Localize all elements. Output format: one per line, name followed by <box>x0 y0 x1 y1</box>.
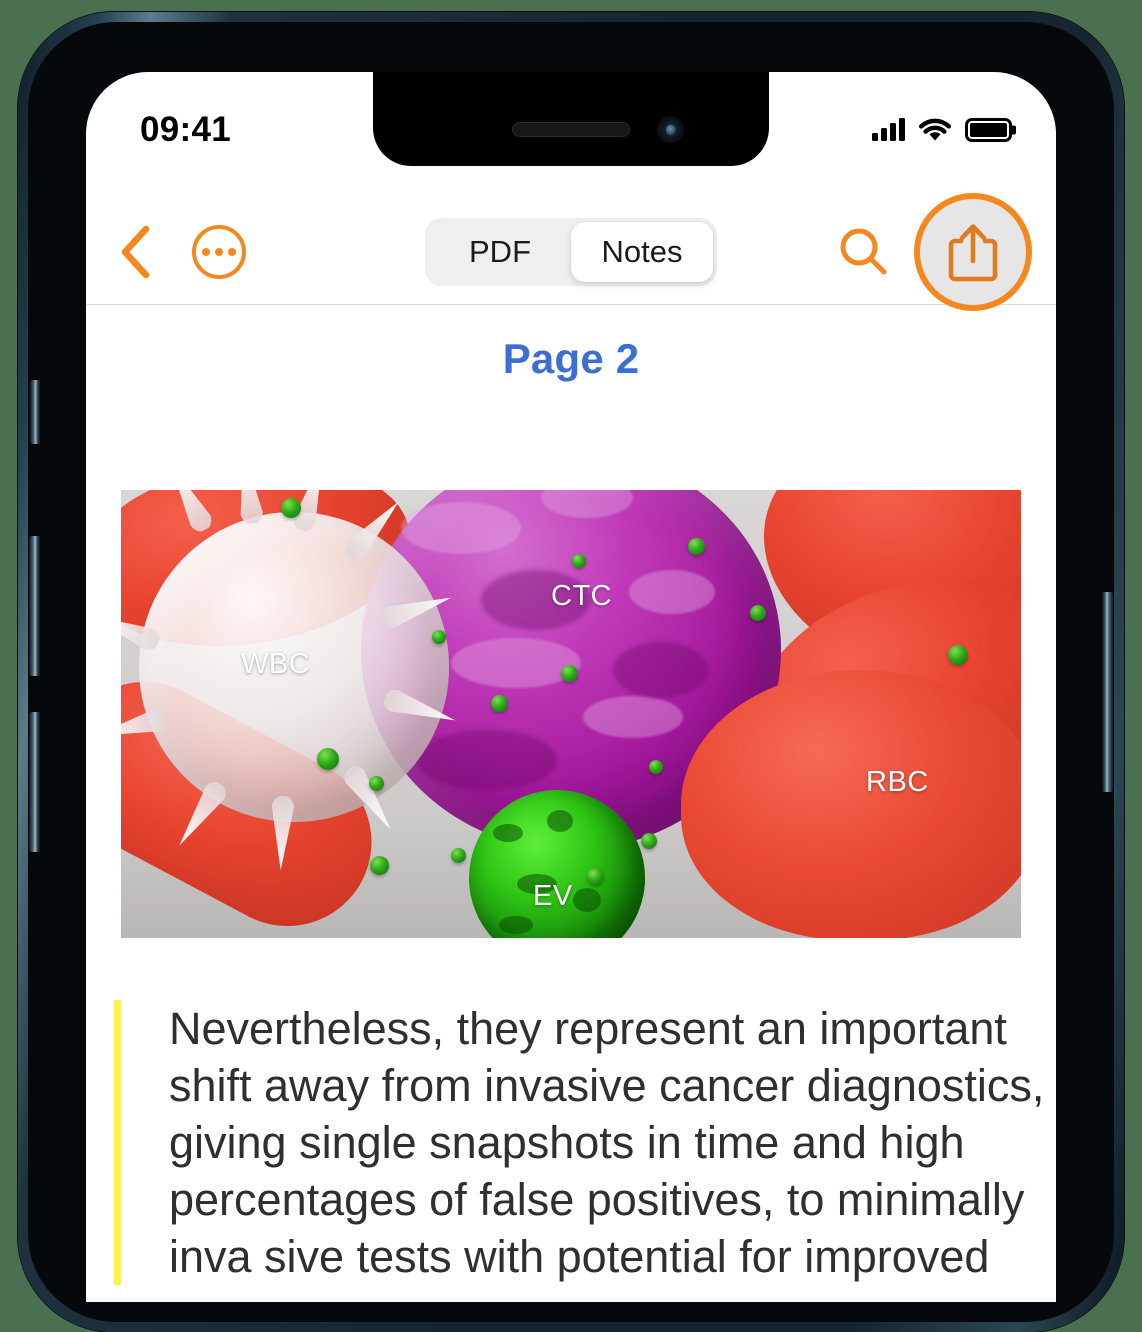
note-content: Page 2 WBC CTC RBC EV Nevertheless, they… <box>86 305 1056 1302</box>
nanoparticle-dot <box>948 645 968 665</box>
signal-bars-icon <box>872 118 905 141</box>
wifi-icon <box>919 118 951 140</box>
phone-frame: 09:41 PDF Notes Page 2 WBC CTC RBC EV Ne… <box>18 12 1124 1332</box>
rbc-main-shape <box>681 670 1021 938</box>
share-button[interactable] <box>914 193 1032 311</box>
highlight-bar <box>114 1000 121 1285</box>
chevron-left-icon <box>121 225 150 279</box>
nanoparticle-dot <box>369 776 384 791</box>
figure-label-wbc: WBC <box>241 648 311 680</box>
back-button[interactable] <box>118 225 152 279</box>
nanoparticle-dot <box>432 630 446 644</box>
more-options-button[interactable] <box>192 225 246 279</box>
tab-pdf[interactable]: PDF <box>429 222 571 282</box>
nanoparticle-dot <box>281 498 301 518</box>
volume-up-button[interactable] <box>29 536 40 676</box>
nanoparticle-dot <box>561 665 578 682</box>
nanoparticle-dot <box>641 833 657 849</box>
ellipsis-dot-icon <box>215 248 223 256</box>
nanoparticle-dot <box>451 848 466 863</box>
tab-notes[interactable]: Notes <box>571 222 713 282</box>
search-button[interactable] <box>834 223 892 281</box>
battery-full-icon <box>965 118 1012 142</box>
phone-screen: 09:41 PDF Notes Page 2 WBC CTC RBC EV Ne… <box>86 72 1056 1302</box>
app-toolbar: PDF Notes <box>86 193 1056 311</box>
status-bar-clock: 09:41 <box>140 110 232 149</box>
nanoparticle-dot <box>688 538 705 555</box>
view-mode-segmented-control[interactable]: PDF Notes <box>425 218 717 286</box>
nanoparticle-dot <box>491 695 508 712</box>
figure-label-rbc: RBC <box>866 766 929 798</box>
earpiece-speaker-icon <box>512 122 630 137</box>
nanoparticle-dot <box>370 856 389 875</box>
front-camera-icon <box>657 116 684 143</box>
page-title: Page 2 <box>502 335 640 382</box>
notch <box>373 72 769 166</box>
mute-switch-button[interactable] <box>30 380 40 444</box>
quote-text: Nevertheless, they represent an importan… <box>169 1003 1045 1282</box>
nanoparticle-dot <box>587 868 604 885</box>
ellipsis-dot-icon <box>202 248 210 256</box>
share-upload-icon <box>948 224 998 282</box>
nanoparticle-dot <box>750 605 766 621</box>
power-button[interactable] <box>1102 592 1113 792</box>
blood-cells-illustration: WBC CTC RBC EV <box>121 490 1021 938</box>
nanoparticle-dot <box>317 748 339 770</box>
volume-down-button[interactable] <box>29 712 40 852</box>
figure-label-ctc: CTC <box>551 580 613 612</box>
nanoparticle-dot <box>649 760 663 774</box>
highlighted-quote: Nevertheless, they represent an importan… <box>114 1000 1056 1285</box>
figure-label-ev: EV <box>533 880 573 912</box>
nanoparticle-dot <box>572 554 586 568</box>
ellipsis-dot-icon <box>228 248 236 256</box>
search-icon <box>840 228 887 275</box>
status-bar-indicators <box>872 118 1012 143</box>
